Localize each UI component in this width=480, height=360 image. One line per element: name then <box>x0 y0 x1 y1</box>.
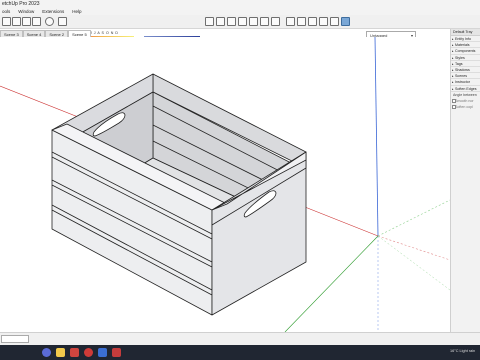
back-view-icon[interactable] <box>249 17 258 26</box>
menu-window[interactable]: Window <box>18 8 34 15</box>
redo-icon[interactable] <box>32 17 41 26</box>
right-view-icon[interactable] <box>238 17 247 26</box>
tab-scene-2[interactable]: Scene 2 <box>45 30 69 37</box>
menu-tools[interactable]: ools <box>2 8 10 15</box>
menu-bar: ools Window Extensions Help <box>0 8 480 15</box>
green-axis-negative <box>377 199 450 237</box>
iso-view-icon[interactable] <box>205 17 214 26</box>
windows-taskbar: 16°C Light rain <box>0 345 480 360</box>
shaded-icon[interactable] <box>319 17 328 26</box>
main-toolbar: J F M A M J J A S O N D 06:43 AM Noon 04… <box>0 15 480 42</box>
undo-icon[interactable] <box>22 17 31 26</box>
red-axis <box>377 235 450 261</box>
tray-title: Default Tray <box>451 29 480 36</box>
window-title: etchUp Pro 2023 <box>2 1 40 7</box>
weather-text: 16°C Light rain <box>450 349 476 353</box>
tab-scene-5[interactable]: Scene 5 <box>68 30 91 37</box>
info-icon[interactable] <box>45 17 54 26</box>
menu-extensions[interactable]: Extensions <box>42 8 64 15</box>
front-view-icon[interactable] <box>227 17 236 26</box>
tab-scene-4[interactable]: Scene 4 <box>22 30 46 37</box>
edge-icon[interactable] <box>42 348 51 357</box>
sketchup-window: etchUp Pro 2023 ools Window Extensions H… <box>0 0 480 360</box>
wooden-crate <box>51 73 307 316</box>
word-icon[interactable] <box>98 348 107 357</box>
measurements-box[interactable] <box>1 335 29 343</box>
soften-coplanar-checkbox[interactable]: Soften copl <box>451 104 480 110</box>
default-tray: Default Tray Entity Info Materials Compo… <box>450 29 480 332</box>
status-bar <box>0 332 480 345</box>
top-view-icon[interactable] <box>216 17 225 26</box>
textures-icon[interactable] <box>330 17 339 26</box>
sketchup-icon[interactable] <box>112 348 121 357</box>
wireframe-icon[interactable] <box>297 17 306 26</box>
xray-icon[interactable] <box>286 17 295 26</box>
file-explorer-icon[interactable] <box>56 348 65 357</box>
hidden-line-icon[interactable] <box>308 17 317 26</box>
menu-help[interactable]: Help <box>72 8 81 15</box>
chrome-icon[interactable] <box>84 348 93 357</box>
blue-axis <box>374 37 379 237</box>
app-icon[interactable] <box>70 348 79 357</box>
bottom-view-icon[interactable] <box>271 17 280 26</box>
title-bar: etchUp Pro 2023 <box>0 0 480 8</box>
tab-scene-3[interactable]: Scene 3 <box>0 30 23 37</box>
model-viewport[interactable] <box>0 37 450 332</box>
tray-item-soften-edges[interactable]: Soften Edges <box>451 86 480 92</box>
left-view-icon[interactable] <box>260 17 269 26</box>
scene-tabs: Scene 3 Scene 4 Scene 2 Scene 5 <box>0 30 91 37</box>
monochrome-icon[interactable] <box>341 17 350 26</box>
shadows-icon[interactable] <box>58 17 67 26</box>
orbit-icon[interactable] <box>2 17 11 26</box>
model-canvas[interactable] <box>0 37 450 332</box>
eraser-icon[interactable] <box>12 17 21 26</box>
